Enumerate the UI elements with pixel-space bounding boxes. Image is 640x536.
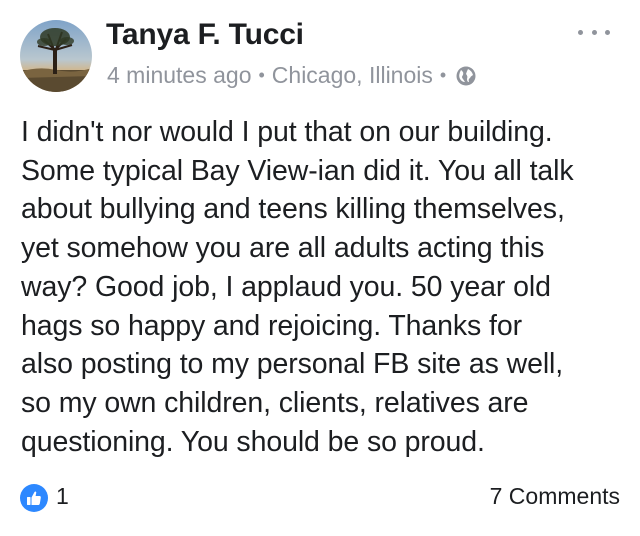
author-name[interactable]: Tanya F. Tucci [106,18,304,52]
post-meta: 4 minutes ago • Chicago, Illinois • [107,62,477,89]
avatar-image [20,20,92,92]
post-location[interactable]: Chicago, Illinois [272,62,433,89]
post-footer: 1 7 Comments [20,480,620,514]
comments-link[interactable]: 7 Comments [490,483,620,510]
separator-dot: • [439,65,447,85]
post-time[interactable]: 4 minutes ago [107,62,251,89]
dot [578,29,583,35]
dot [605,29,610,35]
globe-icon[interactable] [455,65,477,87]
thumbs-up-icon[interactable] [20,484,48,512]
separator-dot: • [258,65,265,85]
avatar[interactable] [20,20,92,92]
post-text: I didn't nor would I put that on our bui… [21,116,574,458]
post-card: Tanya F. Tucci 4 minutes ago • Chicago, … [0,0,640,536]
more-options-icon[interactable] [578,22,610,42]
reaction-count[interactable]: 1 [56,483,69,510]
dot [591,29,597,35]
